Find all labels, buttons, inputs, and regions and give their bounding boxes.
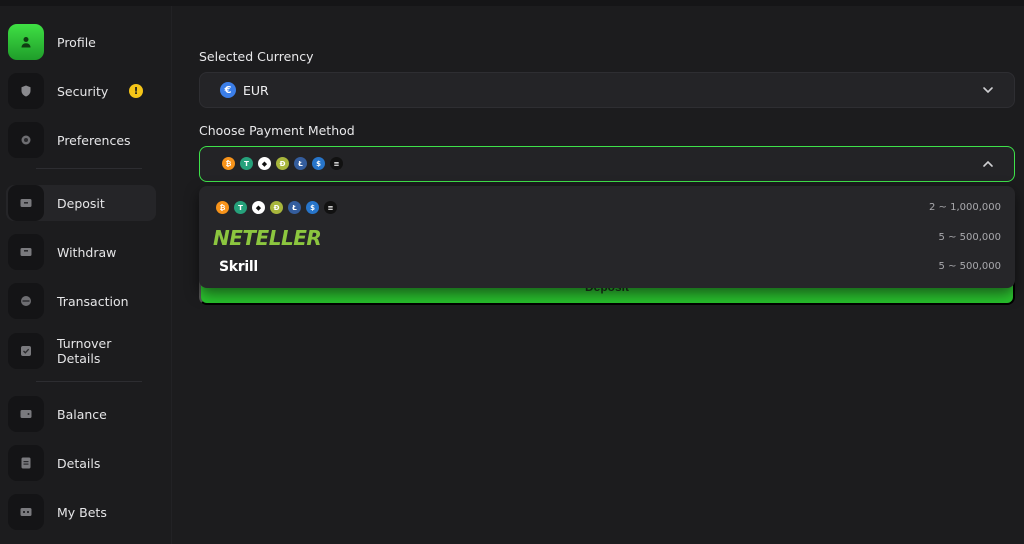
litecoin-icon: Ł (294, 157, 307, 170)
sidebar-item-turnover-details[interactable]: Turnover Details (6, 333, 156, 369)
solana-icon: ≡ (324, 201, 337, 214)
payment-option-range: 5 ~ 500,000 (938, 261, 1001, 272)
tether-icon: T (240, 157, 253, 170)
chevron-down-icon (983, 87, 993, 94)
bets-icon (8, 494, 44, 530)
sidebar: Profile Security ! Preferences Deposit W… (0, 6, 172, 544)
payment-method-dropdown: ₿ T ◆ Ð Ł $ ≡ 2 ~ 1,000,000 NETELLER 5 ~ 500,0… (199, 186, 1015, 288)
sidebar-item-label: Deposit (57, 195, 105, 211)
sidebar-item-preferences[interactable]: Preferences (6, 122, 156, 158)
sidebar-divider (36, 381, 142, 382)
crypto-icons: ₿ T ◆ Ð Ł $ ≡ (222, 157, 343, 170)
sidebar-item-label: Details (57, 455, 101, 471)
skrill-logo: Skrill (219, 258, 258, 275)
litecoin-icon: Ł (288, 201, 301, 214)
payment-option-range: 2 ~ 1,000,000 (929, 202, 1001, 213)
shield-icon (8, 73, 44, 109)
sidebar-item-profile[interactable]: Profile (6, 24, 156, 60)
dogecoin-icon: Ð (270, 201, 283, 214)
sidebar-item-security[interactable]: Security ! (6, 73, 156, 109)
crypto-icons: ₿ T ◆ Ð Ł $ ≡ (216, 201, 337, 214)
sidebar-item-label: Profile (57, 34, 96, 50)
payment-method-select[interactable]: ₿ T ◆ Ð Ł $ ≡ (199, 146, 1015, 182)
selected-currency-label: Selected Currency (199, 49, 314, 64)
sidebar-item-label: Security (57, 83, 109, 99)
euro-icon: € (220, 82, 236, 98)
ethereum-icon: ◆ (258, 157, 271, 170)
sidebar-item-label: Preferences (57, 132, 131, 148)
wallet-icon (8, 396, 44, 432)
settings-icon (8, 122, 44, 158)
usdc-icon: $ (306, 201, 319, 214)
details-icon (8, 445, 44, 481)
sidebar-item-label: Withdraw (57, 244, 117, 260)
sidebar-item-withdraw[interactable]: Withdraw (6, 234, 156, 270)
payment-option-crypto[interactable]: ₿ T ◆ Ð Ł $ ≡ 2 ~ 1,000,000 (199, 193, 1015, 222)
ethereum-icon: ◆ (252, 201, 265, 214)
user-icon (8, 24, 44, 60)
transaction-icon (8, 283, 44, 319)
dogecoin-icon: Ð (276, 157, 289, 170)
payment-option-neteller[interactable]: NETELLER 5 ~ 500,000 (199, 223, 1015, 252)
sidebar-divider (36, 168, 142, 169)
chevron-up-icon (983, 160, 993, 167)
payment-option-skrill[interactable]: Skrill 5 ~ 500,000 (199, 252, 1015, 281)
sidebar-item-transaction[interactable]: Transaction (6, 283, 156, 319)
sidebar-item-label: My Bets (57, 504, 107, 520)
currency-value: EUR (243, 82, 269, 98)
currency-select[interactable]: € EUR (199, 72, 1015, 108)
sidebar-item-label: Balance (57, 406, 107, 422)
sidebar-item-balance[interactable]: Balance (6, 396, 156, 432)
neteller-logo: NETELLER (213, 225, 322, 250)
checklist-icon (8, 333, 44, 369)
sidebar-item-deposit[interactable]: Deposit (6, 185, 156, 221)
deposit-icon (8, 185, 44, 221)
usdc-icon: $ (312, 157, 325, 170)
sidebar-item-label: Turnover Details (57, 336, 112, 366)
bitcoin-icon: ₿ (222, 157, 235, 170)
tether-icon: T (234, 201, 247, 214)
withdraw-icon (8, 234, 44, 270)
payment-method-label: Choose Payment Method (199, 123, 355, 138)
sidebar-item-label: Transaction (57, 293, 129, 309)
sidebar-item-my-bets[interactable]: My Bets (6, 494, 156, 530)
payment-option-range: 5 ~ 500,000 (938, 232, 1001, 243)
solana-icon: ≡ (330, 157, 343, 170)
warning-icon: ! (129, 84, 143, 98)
sidebar-item-details[interactable]: Details (6, 445, 156, 481)
bitcoin-icon: ₿ (216, 201, 229, 214)
